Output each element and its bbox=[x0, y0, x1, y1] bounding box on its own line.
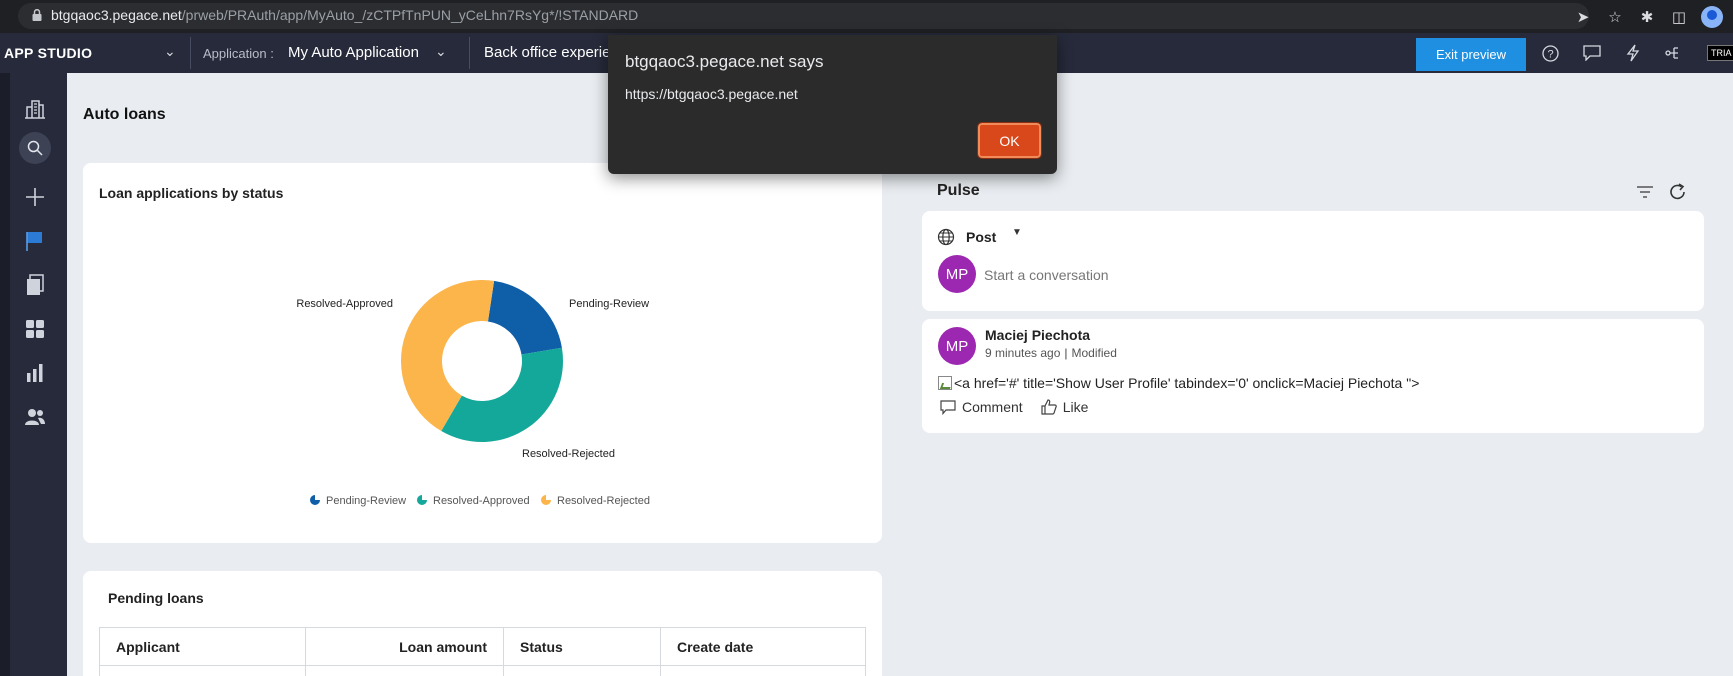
alert-dialog: btgqaoc3.pegace.net says https://btgqaoc… bbox=[608, 35, 1057, 174]
filter-icon[interactable] bbox=[1633, 181, 1657, 203]
profile-avatar-icon[interactable] bbox=[1701, 5, 1723, 28]
post-visibility-label[interactable]: Post bbox=[966, 229, 996, 245]
feed-actions: Comment Like bbox=[940, 399, 1088, 415]
trial-badge: TRIA bbox=[1707, 45, 1733, 61]
pending-loans-title: Pending loans bbox=[108, 590, 204, 606]
plus-icon[interactable] bbox=[17, 179, 53, 215]
url-host: btgqaoc3.pegace.net bbox=[51, 7, 182, 23]
flag-icon[interactable] bbox=[17, 223, 53, 259]
legend-item[interactable]: Pending-Review bbox=[310, 495, 406, 507]
like-label: Like bbox=[1062, 399, 1089, 415]
svg-text:?: ? bbox=[1547, 48, 1553, 60]
browser-actions: ➤ ☆ ✱ ◫ bbox=[1567, 0, 1733, 33]
star-icon[interactable]: ☆ bbox=[1599, 0, 1631, 33]
chevron-down-icon[interactable]: ⌄ bbox=[164, 43, 176, 60]
slice-label: Pending-Review bbox=[569, 298, 649, 310]
conversation-input[interactable] bbox=[984, 263, 1584, 287]
slice-label: Resolved-Approved bbox=[296, 298, 393, 310]
sidepanel-icon[interactable]: ◫ bbox=[1663, 0, 1695, 33]
documents-icon[interactable] bbox=[17, 267, 53, 303]
search-icon[interactable] bbox=[19, 132, 51, 164]
table-row[interactable] bbox=[99, 665, 866, 676]
legend-label: Resolved-Rejected bbox=[557, 495, 650, 507]
legend-swatch-icon bbox=[417, 495, 427, 505]
ok-button[interactable]: OK bbox=[977, 122, 1042, 159]
left-navigation bbox=[0, 73, 67, 676]
feed-message: <a href='#' title='Show User Profile' ta… bbox=[938, 375, 1419, 391]
feed-time: 9 minutes ago bbox=[985, 346, 1061, 360]
exit-preview-button[interactable]: Exit preview bbox=[1416, 38, 1526, 71]
caret-down-icon[interactable]: ▼ bbox=[1012, 227, 1022, 238]
like-button[interactable]: Like bbox=[1041, 399, 1089, 415]
url-path: /prweb/PRAuth/app/MyAuto_/zCTPfTnPUN_yCe… bbox=[181, 7, 639, 23]
feed-message-text: <a href='#' title='Show User Profile' ta… bbox=[954, 375, 1420, 391]
comment-button[interactable]: Comment bbox=[940, 399, 1023, 415]
nav-edge-strip bbox=[0, 73, 10, 676]
legend-swatch-icon bbox=[310, 495, 320, 505]
column-header-loan-amount[interactable]: Loan amount bbox=[305, 627, 504, 666]
feed-author[interactable]: Maciej Piechota bbox=[985, 327, 1090, 343]
reports-icon[interactable] bbox=[17, 355, 53, 391]
extensions-icon[interactable]: ✱ bbox=[1631, 0, 1663, 33]
avatar: MP bbox=[938, 255, 976, 293]
chart-card: Loan applications by status Pending-Revi… bbox=[83, 163, 882, 543]
application-name[interactable]: My Auto Application bbox=[288, 44, 419, 61]
avatar[interactable]: MP bbox=[938, 327, 976, 365]
divider: | bbox=[1064, 346, 1068, 360]
column-header-status[interactable]: Status bbox=[503, 627, 661, 666]
pulse-feed-item: MP Maciej Piechota 9 minutes ago | Modifie… bbox=[922, 319, 1704, 433]
studio-switcher-label[interactable]: APP STUDIO bbox=[4, 45, 92, 61]
url-text[interactable]: btgqaoc3.pegace.net/prweb/PRAuth/app/MyA… bbox=[51, 7, 638, 23]
application-label: Application : bbox=[203, 46, 274, 61]
hierarchy-icon[interactable] bbox=[1653, 33, 1694, 73]
pending-loans-table: Applicant Loan amount Status Create date bbox=[99, 627, 866, 676]
users-icon[interactable] bbox=[17, 399, 53, 435]
comment-icon bbox=[940, 399, 956, 415]
help-icon[interactable]: ? bbox=[1530, 33, 1571, 73]
pulse-title: Pulse bbox=[937, 182, 980, 199]
feed-status: Modified bbox=[1071, 346, 1117, 360]
thumbs-up-icon bbox=[1041, 399, 1057, 415]
refresh-icon[interactable] bbox=[1666, 181, 1690, 203]
divider bbox=[190, 37, 191, 69]
comment-icon[interactable] bbox=[1571, 33, 1612, 73]
broken-image-icon bbox=[938, 376, 952, 390]
column-header-create-date[interactable]: Create date bbox=[660, 627, 866, 666]
lock-icon bbox=[32, 9, 42, 21]
slice-label: Resolved-Rejected bbox=[522, 448, 615, 460]
dashboard-icon[interactable] bbox=[17, 311, 53, 347]
portal-switcher[interactable]: Back office experie bbox=[484, 44, 610, 61]
legend-label: Resolved-Approved bbox=[433, 495, 530, 507]
globe-icon bbox=[937, 228, 955, 246]
page-title: Auto loans bbox=[83, 106, 166, 123]
legend-item[interactable]: Resolved-Rejected bbox=[541, 495, 650, 507]
header-tools: ? bbox=[1530, 33, 1694, 73]
legend-item[interactable]: Resolved-Approved bbox=[417, 495, 530, 507]
chevron-down-icon[interactable]: ⌄ bbox=[435, 43, 447, 60]
building-icon[interactable] bbox=[17, 91, 53, 127]
browser-toolbar: btgqaoc3.pegace.net/prweb/PRAuth/app/MyA… bbox=[0, 0, 1733, 33]
column-header-applicant[interactable]: Applicant bbox=[99, 627, 306, 666]
donut-chart: Pending-Review Resolved-Approved Resolved-… bbox=[296, 280, 650, 507]
divider bbox=[469, 37, 470, 69]
pie-slice-pending-review[interactable] bbox=[487, 280, 562, 355]
pulse-post-card: Post ▼ MP bbox=[922, 211, 1704, 311]
feed-meta: 9 minutes ago | Modified bbox=[985, 346, 1117, 360]
lightning-icon[interactable] bbox=[1612, 33, 1653, 73]
comment-label: Comment bbox=[962, 399, 1023, 415]
dialog-title: btgqaoc3.pegace.net says bbox=[625, 52, 824, 71]
legend-label: Pending-Review bbox=[326, 495, 406, 507]
send-icon[interactable]: ➤ bbox=[1567, 0, 1599, 33]
legend-swatch-icon bbox=[541, 495, 551, 505]
dialog-message: https://btgqaoc3.pegace.net bbox=[625, 86, 798, 102]
pending-loans-card: Pending loans Applicant Loan amount Stat… bbox=[83, 571, 882, 676]
